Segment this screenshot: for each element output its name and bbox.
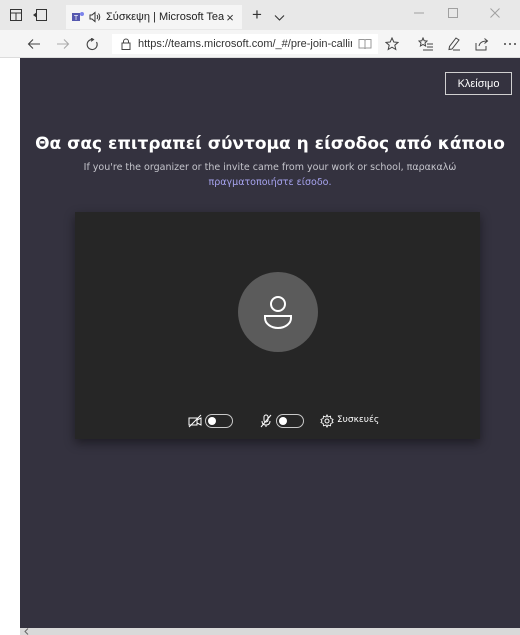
person-icon (264, 296, 292, 329)
video-preview: Συσκευές (75, 212, 480, 439)
camera-toggle-knob (208, 417, 216, 425)
browser-tab-active[interactable]: T Σύσκεψη | Microsoft Teams × (66, 5, 242, 29)
tab-aside-icon[interactable] (32, 7, 48, 23)
devices-button[interactable]: Συσκευές (337, 415, 379, 425)
mic-toggle[interactable] (276, 414, 304, 428)
mic-off-icon (259, 414, 273, 428)
audio-playing-icon[interactable] (89, 11, 101, 23)
minimize-icon[interactable] (414, 7, 424, 21)
chevron-down-icon[interactable] (274, 9, 285, 27)
more-icon[interactable] (502, 36, 518, 52)
back-arrow-icon[interactable] (26, 36, 42, 52)
favorites-hub-icon[interactable] (418, 36, 434, 52)
close-button[interactable]: Κλείσιμο (445, 72, 512, 95)
browser-nav-bar: https://teams.microsoft.com/_#/pre-join-… (0, 30, 520, 58)
organizer-hint: If you're the organizer or the invite ca… (83, 162, 457, 173)
address-bar[interactable]: https://teams.microsoft.com/_#/pre-join-… (112, 34, 378, 54)
horizontal-scrollbar[interactable] (20, 628, 520, 635)
new-tab-button[interactable]: + (252, 6, 262, 23)
close-tab-icon[interactable]: × (224, 10, 236, 25)
scroll-left-icon[interactable] (24, 628, 29, 635)
tab-preview-icon[interactable] (8, 7, 24, 23)
refresh-icon[interactable] (84, 36, 100, 52)
reading-view-icon[interactable] (358, 38, 372, 50)
teams-favicon: T (72, 11, 84, 23)
tab-title: Σύσκεψη | Microsoft Teams (106, 11, 224, 23)
maximize-icon[interactable] (448, 7, 458, 21)
device-controls: Συσκευές (75, 412, 480, 432)
share-icon[interactable] (474, 36, 490, 52)
lock-icon[interactable] (120, 38, 132, 50)
notes-pen-icon[interactable] (446, 36, 462, 52)
url-text[interactable]: https://teams.microsoft.com/_#/pre-join-… (138, 38, 352, 50)
teams-prejoin-page: Κλείσιμο Θα σας επιτραπεί σύντομα η είσο… (20, 58, 520, 628)
gear-icon[interactable] (320, 413, 334, 429)
mic-toggle-knob (279, 417, 287, 425)
camera-off-icon (188, 414, 202, 428)
page-title: Θα σας επιτραπεί σύντομα η είσοδος από κ… (35, 134, 505, 154)
favorite-star-icon[interactable] (384, 36, 400, 52)
svg-text:T: T (74, 15, 79, 22)
avatar (238, 272, 318, 352)
sign-in-link[interactable]: πραγματοποιήστε είσοδο. (20, 177, 520, 188)
close-window-icon[interactable] (490, 7, 500, 21)
window-left-edge (0, 58, 20, 628)
forward-arrow-icon[interactable] (55, 36, 71, 52)
camera-toggle[interactable] (205, 414, 233, 428)
